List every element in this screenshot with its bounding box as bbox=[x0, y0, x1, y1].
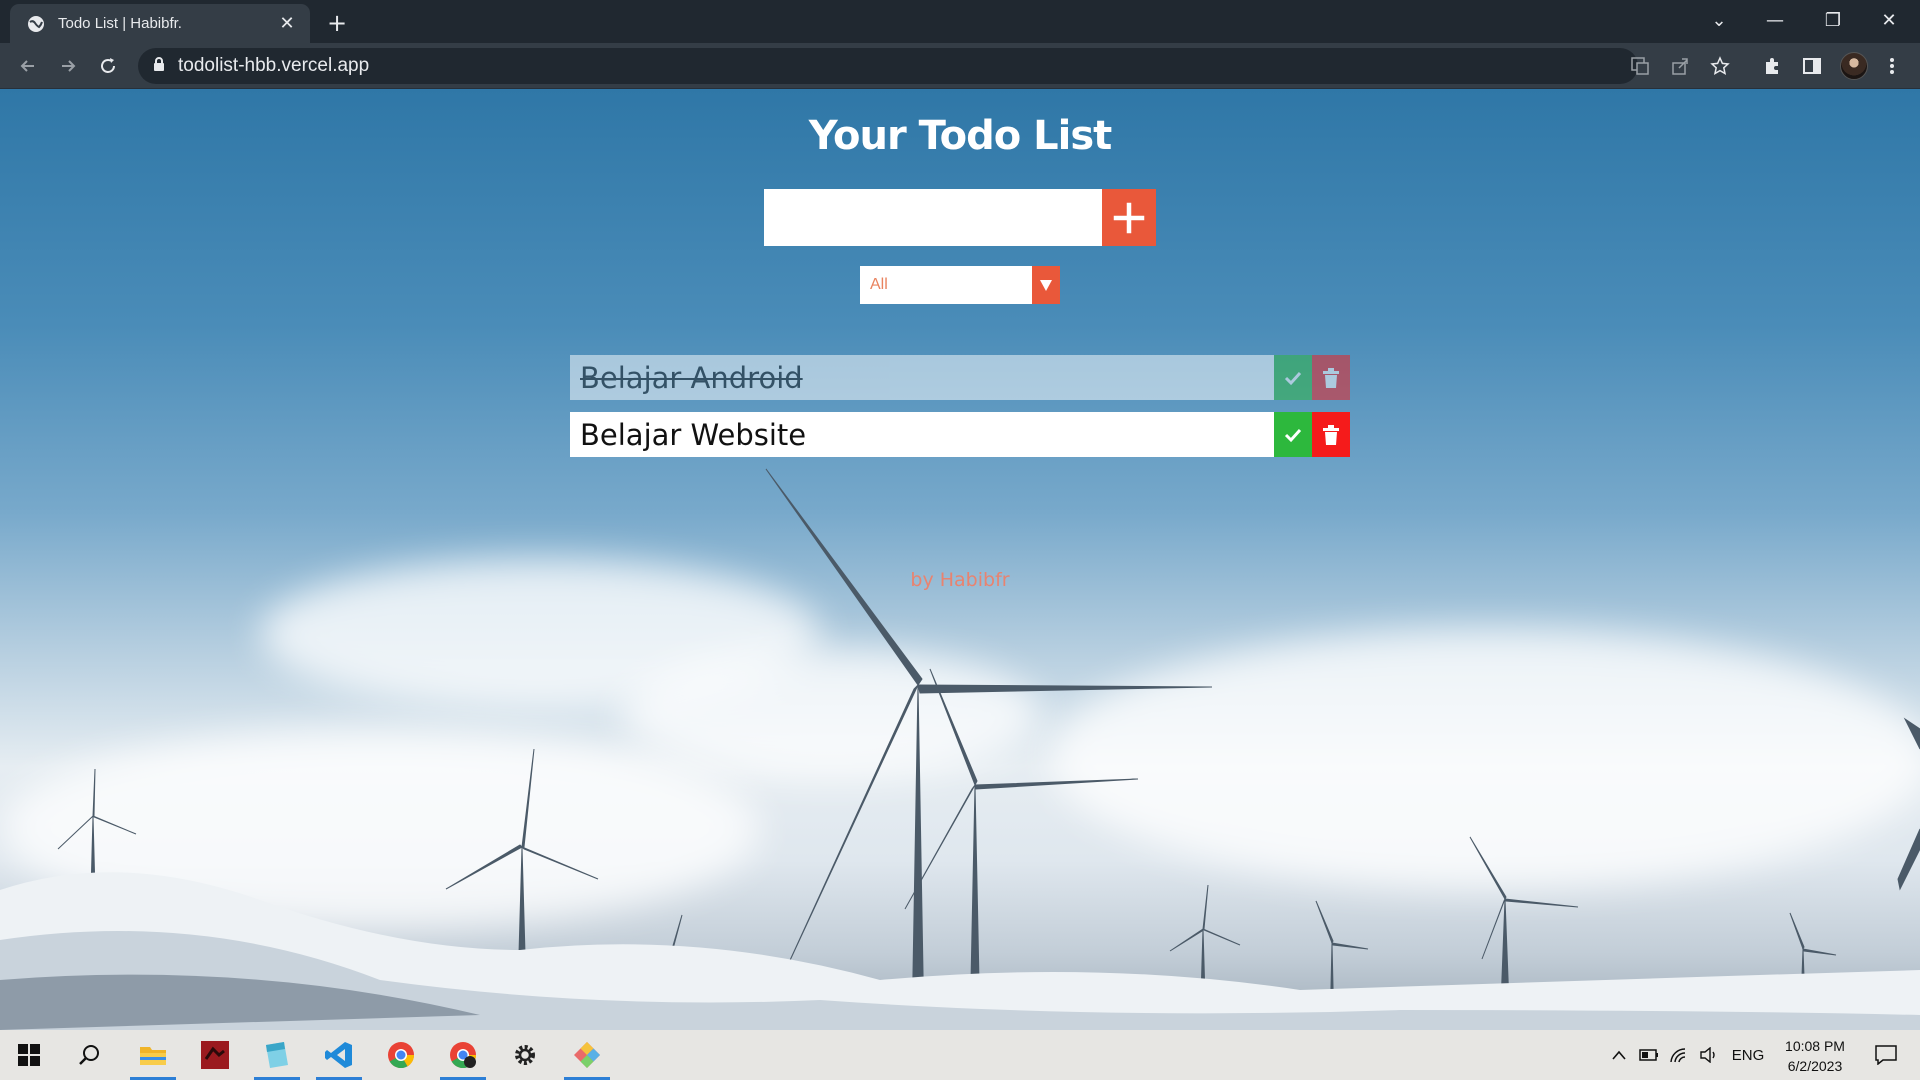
search-icon[interactable] bbox=[62, 1030, 116, 1080]
chevron-down-icon[interactable] bbox=[1032, 266, 1060, 304]
back-button[interactable] bbox=[12, 50, 44, 82]
tray-chevron-up-icon[interactable] bbox=[1606, 1030, 1632, 1080]
volume-icon[interactable] bbox=[1696, 1030, 1722, 1080]
browser-tabstrip: Todo List | Habibfr. ✕ + ⌄ — ❐ ✕ bbox=[0, 0, 1920, 43]
new-tab-button[interactable]: + bbox=[320, 8, 354, 38]
settings-gear-icon[interactable] bbox=[498, 1030, 552, 1080]
file-explorer-icon[interactable] bbox=[126, 1030, 180, 1080]
browser-tab[interactable]: Todo List | Habibfr. ✕ bbox=[10, 4, 310, 43]
share-icon[interactable] bbox=[1666, 52, 1694, 80]
arrow-right-icon bbox=[62, 60, 76, 72]
address-bar[interactable]: todolist-hbb.vercel.app bbox=[138, 48, 1638, 84]
plus-icon bbox=[1113, 202, 1145, 233]
tab-search-icon[interactable]: ⌄ bbox=[1696, 4, 1742, 36]
todo-text: Belajar Website bbox=[570, 412, 1274, 457]
red-app-icon[interactable] bbox=[188, 1030, 242, 1080]
page-title: Your Todo List bbox=[808, 113, 1113, 159]
credit-text: by Habibfr bbox=[910, 569, 1010, 591]
trash-icon bbox=[1323, 424, 1339, 445]
todo-item: Belajar Website bbox=[570, 412, 1350, 457]
clock-time: 10:08 PM bbox=[1785, 1038, 1845, 1054]
clock-date: 6/2/2023 bbox=[1787, 1058, 1843, 1074]
filter-selected-value: All bbox=[870, 276, 888, 293]
todo-item: Belajar Android bbox=[570, 355, 1350, 400]
notepad-icon[interactable] bbox=[250, 1030, 304, 1080]
complete-button[interactable] bbox=[1274, 412, 1312, 457]
close-icon[interactable]: ✕ bbox=[276, 13, 298, 34]
windows-start-icon[interactable] bbox=[2, 1030, 56, 1080]
profile-avatar[interactable] bbox=[1840, 52, 1868, 80]
minimize-button[interactable]: — bbox=[1752, 4, 1798, 36]
forward-button[interactable] bbox=[52, 50, 84, 82]
reload-icon bbox=[101, 58, 115, 73]
check-icon bbox=[1284, 371, 1302, 385]
language-indicator[interactable]: ENG bbox=[1728, 1030, 1768, 1080]
add-todo-button[interactable] bbox=[1102, 189, 1156, 246]
chrome-profile-icon[interactable] bbox=[436, 1030, 490, 1080]
restore-button[interactable]: ❐ bbox=[1810, 4, 1856, 36]
close-window-button[interactable]: ✕ bbox=[1866, 4, 1912, 36]
page-viewport: Your Todo List All Belajar Android Belaj… bbox=[0, 89, 1920, 1030]
bookmark-star-icon[interactable] bbox=[1706, 52, 1734, 80]
chrome-icon[interactable] bbox=[374, 1030, 428, 1080]
side-panel-icon[interactable] bbox=[1798, 52, 1826, 80]
todo-input[interactable] bbox=[764, 189, 1102, 246]
vscode-icon[interactable] bbox=[312, 1030, 366, 1080]
battery-icon[interactable] bbox=[1636, 1030, 1662, 1080]
extensions-icon[interactable] bbox=[1758, 52, 1786, 80]
check-icon bbox=[1284, 428, 1302, 442]
snowy-hills-image bbox=[0, 872, 1920, 1030]
globe-icon bbox=[26, 14, 46, 34]
todo-text: Belajar Android bbox=[570, 355, 1274, 400]
translate-icon[interactable] bbox=[1626, 52, 1654, 80]
taskbar: ENG 10:08 PM 6/2/2023 bbox=[0, 1030, 1920, 1080]
delete-button[interactable] bbox=[1312, 412, 1350, 457]
lock-icon bbox=[152, 56, 166, 76]
todo-list: Belajar Android Belajar Website bbox=[570, 355, 1350, 469]
trash-icon bbox=[1323, 367, 1339, 388]
browser-toolbar: todolist-hbb.vercel.app bbox=[0, 43, 1920, 89]
wifi-icon[interactable] bbox=[1666, 1030, 1692, 1080]
arrow-left-icon bbox=[20, 60, 34, 72]
filter-select[interactable]: All bbox=[860, 266, 1060, 304]
reload-button[interactable] bbox=[92, 50, 124, 82]
git-app-icon[interactable] bbox=[560, 1030, 614, 1080]
tab-title: Todo List | Habibfr. bbox=[58, 15, 182, 32]
notification-icon[interactable] bbox=[1866, 1030, 1906, 1080]
delete-button[interactable] bbox=[1312, 355, 1350, 400]
system-clock[interactable]: 10:08 PM 6/2/2023 bbox=[1770, 1036, 1860, 1076]
url-text: todolist-hbb.vercel.app bbox=[178, 55, 370, 76]
kebab-menu-icon[interactable] bbox=[1878, 52, 1906, 80]
complete-button[interactable] bbox=[1274, 355, 1312, 400]
